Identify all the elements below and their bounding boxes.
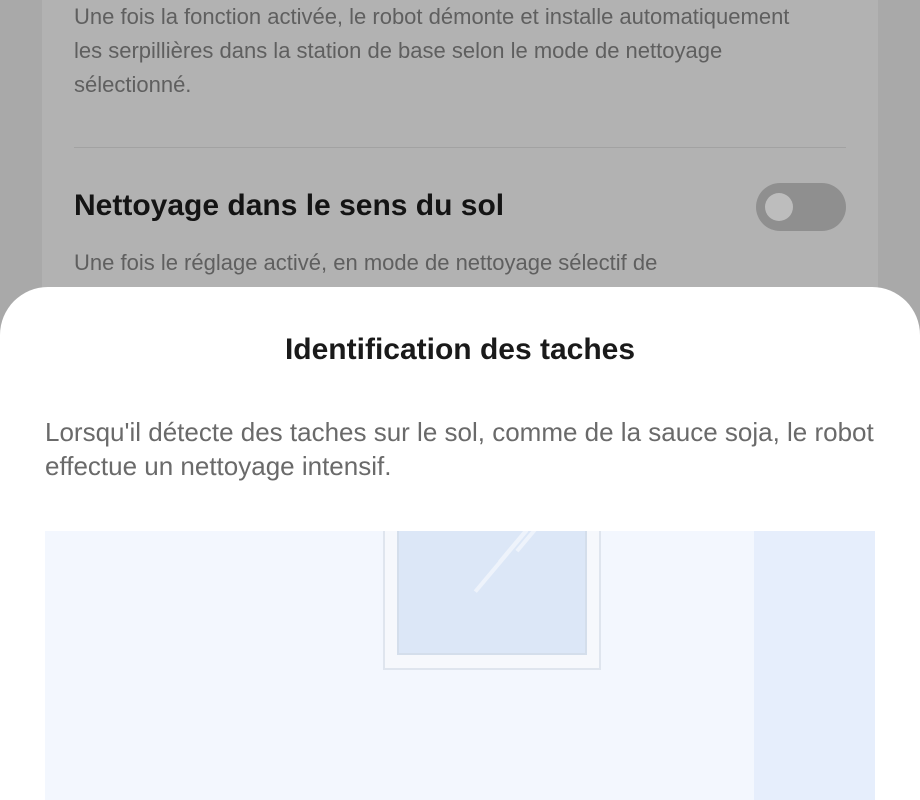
illustration-wall <box>754 531 875 800</box>
toggle-knob <box>765 193 793 221</box>
room-illustration <box>45 531 875 800</box>
sheet-title: Identification des taches <box>284 333 636 366</box>
sheet-description: Lorsqu'il détecte des taches sur le sol,… <box>45 417 874 481</box>
floor-direction-description: Une fois le réglage activé, en mode de n… <box>74 250 658 275</box>
mop-install-description: Une fois la fonction activée, le robot d… <box>74 4 790 97</box>
stain-identification-sheet: Identification des taches Lorsqu'il déte… <box>0 287 920 800</box>
window-glass <box>397 531 587 655</box>
divider <box>74 147 846 148</box>
illustration-window <box>383 531 601 670</box>
floor-direction-setting-title: Nettoyage dans le sens du sol <box>74 189 505 222</box>
floor-direction-toggle[interactable] <box>756 183 846 231</box>
